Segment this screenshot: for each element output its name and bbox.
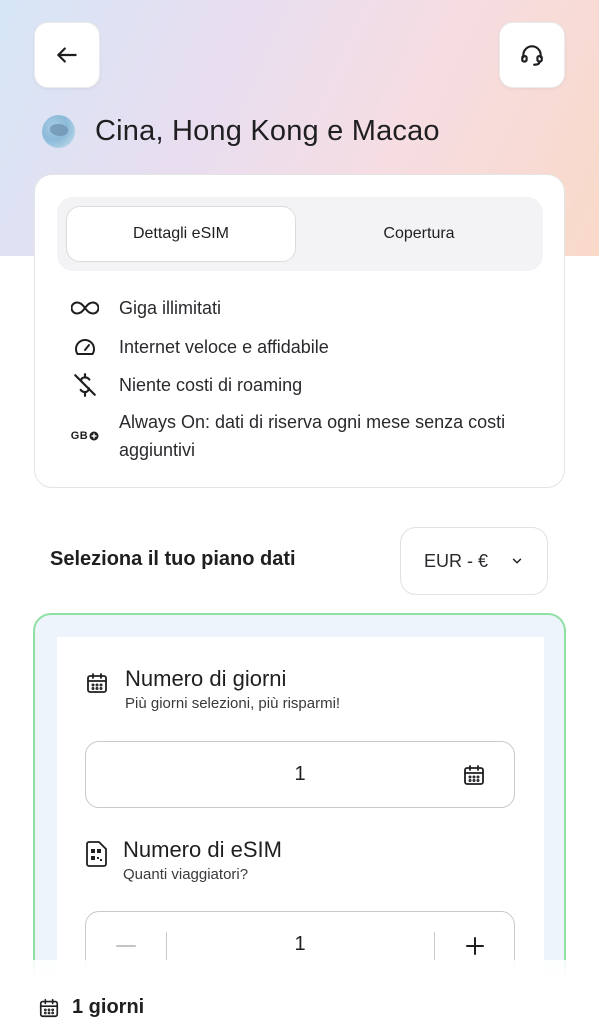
currency-value: EUR - € — [424, 550, 489, 571]
days-input[interactable]: 1 — [85, 741, 515, 808]
globe-region-icon — [42, 114, 75, 148]
days-subtitle: Più giorni selezioni, più risparmi! — [125, 695, 341, 712]
feature-item: Internet veloce e affidabile — [69, 333, 519, 361]
days-section-header: Numero di giorni Più giorni selezioni, p… — [85, 665, 340, 715]
page-header: Cina, Hong Kong e Macao — [42, 108, 440, 154]
gb-icon-text: GB — [70, 430, 89, 442]
esim-title: Numero di eSIM — [123, 837, 282, 862]
speedometer-icon — [69, 333, 101, 361]
headset-icon — [521, 45, 543, 66]
feature-text: Always On: dati di riserva ogni mese sen… — [119, 412, 506, 460]
chevron-down-icon — [512, 558, 522, 564]
feature-text: Niente costi di roaming — [119, 375, 303, 395]
order-summary: 1 giorni — [38, 996, 144, 1019]
page-title: Cina, Hong Kong e Macao — [95, 114, 440, 147]
arrow-left-icon — [57, 47, 77, 63]
feature-item: GB Always On: dati di riserva ogni mese … — [69, 408, 519, 464]
calendar-icon[interactable] — [462, 763, 486, 787]
gb-plus-icon: GB — [69, 422, 101, 450]
sim-qr-icon — [86, 841, 107, 867]
days-title: Numero di giorni — [125, 666, 287, 691]
days-value: 1 — [294, 763, 306, 785]
plan-section-label: Seleziona il tuo piano dati — [50, 548, 296, 570]
plus-icon — [466, 936, 484, 955]
back-button[interactable] — [34, 22, 100, 88]
feature-item: Giga illimitati — [69, 294, 519, 322]
calendar-icon — [87, 673, 107, 693]
tab-bar: Dettagli eSIM Copertura — [57, 197, 543, 271]
support-button[interactable] — [499, 22, 565, 88]
tab-dettagli-esim[interactable]: Dettagli eSIM — [66, 206, 296, 262]
infinity-icon — [69, 294, 101, 322]
feature-item: Niente costi di roaming — [69, 371, 519, 399]
tab-copertura[interactable]: Copertura — [304, 206, 534, 262]
details-card: Dettagli eSIM Copertura Giga illimitati … — [34, 174, 565, 488]
calendar-icon — [39, 998, 59, 1017]
esim-section-header: Numero di eSIM Quanti viaggiatori? — [85, 836, 282, 886]
currency-select[interactable]: EUR - € — [400, 527, 548, 595]
no-dollar-icon — [69, 371, 101, 399]
feature-text: Giga illimitati — [119, 298, 222, 318]
days-summary: 1 giorni — [72, 996, 145, 1018]
esim-subtitle: Quanti viaggiatori? — [123, 866, 249, 883]
feature-text: Internet veloce e affidabile — [119, 337, 329, 357]
